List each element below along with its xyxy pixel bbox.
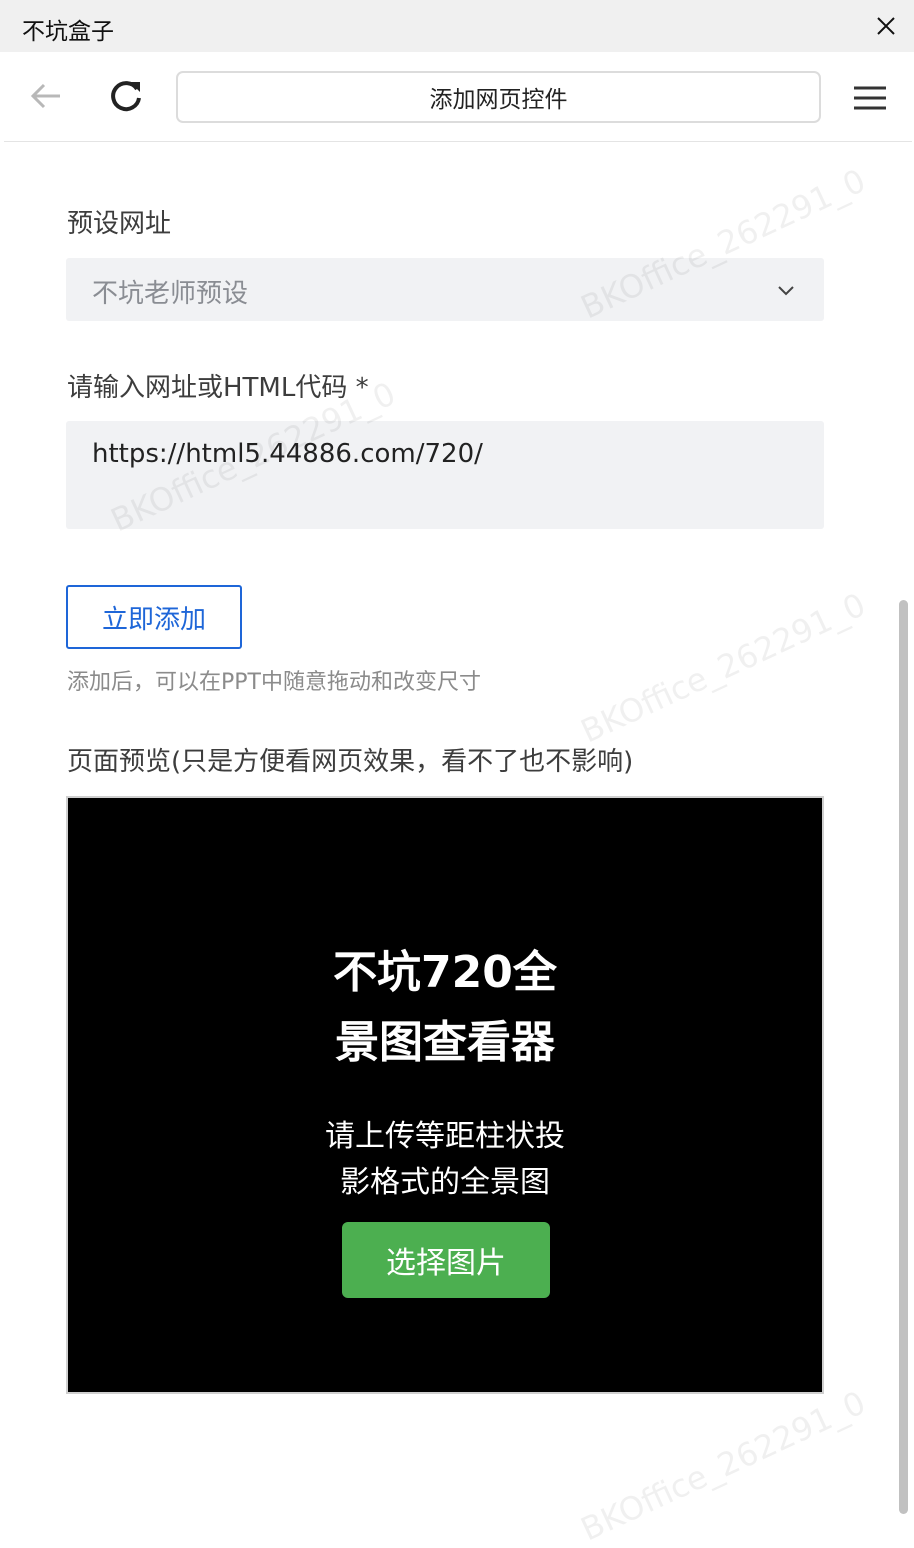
- back-arrow-icon[interactable]: [24, 74, 68, 118]
- preview-label: 页面预览(只是方便看网页效果，看不了也不影响): [67, 747, 634, 777]
- preset-url-label: 预设网址: [67, 209, 172, 239]
- preview-subtitle: 请上传等距柱状投 影格式的全景图: [68, 1114, 822, 1206]
- preset-url-select[interactable]: 不坑老师预设: [66, 258, 824, 321]
- watermark: BKOffice_262291_0: [575, 585, 872, 751]
- hamburger-menu-icon[interactable]: [848, 76, 892, 120]
- window-title: 不坑盒子: [22, 19, 114, 45]
- select-image-button[interactable]: 选择图片: [342, 1222, 550, 1298]
- scrollbar-thumb[interactable]: [899, 600, 908, 1514]
- chevron-down-icon: [774, 278, 798, 302]
- page-preview-frame: 不坑720全 景图查看器 请上传等距柱状投 影格式的全景图 选择图片: [66, 796, 824, 1394]
- preset-url-value: 不坑老师预设: [92, 279, 249, 309]
- close-icon[interactable]: [870, 10, 902, 42]
- address-bar[interactable]: 添加网页控件: [176, 71, 821, 123]
- reload-icon[interactable]: [104, 74, 148, 118]
- preview-subtitle-line2: 影格式的全景图: [340, 1165, 550, 1200]
- url-value: https://html5.44886.com/720/: [92, 439, 483, 469]
- add-now-button[interactable]: 立即添加: [66, 585, 242, 649]
- window-titlebar: 不坑盒子: [0, 0, 914, 52]
- preview-subtitle-line1: 请上传等距柱状投: [325, 1119, 565, 1154]
- watermark: BKOffice_262291_0: [575, 1383, 872, 1548]
- preview-title: 不坑720全 景图查看器: [68, 938, 822, 1078]
- url-textarea[interactable]: https://html5.44886.com/720/: [66, 421, 824, 529]
- preview-title-line2: 景图查看器: [335, 1017, 555, 1068]
- url-input-label: 请输入网址或HTML代码 *: [67, 373, 369, 403]
- preview-title-line1: 不坑720全: [333, 947, 557, 998]
- add-hint-text: 添加后，可以在PPT中随意拖动和改变尺寸: [67, 670, 481, 695]
- browser-toolbar: 添加网页控件: [4, 52, 912, 142]
